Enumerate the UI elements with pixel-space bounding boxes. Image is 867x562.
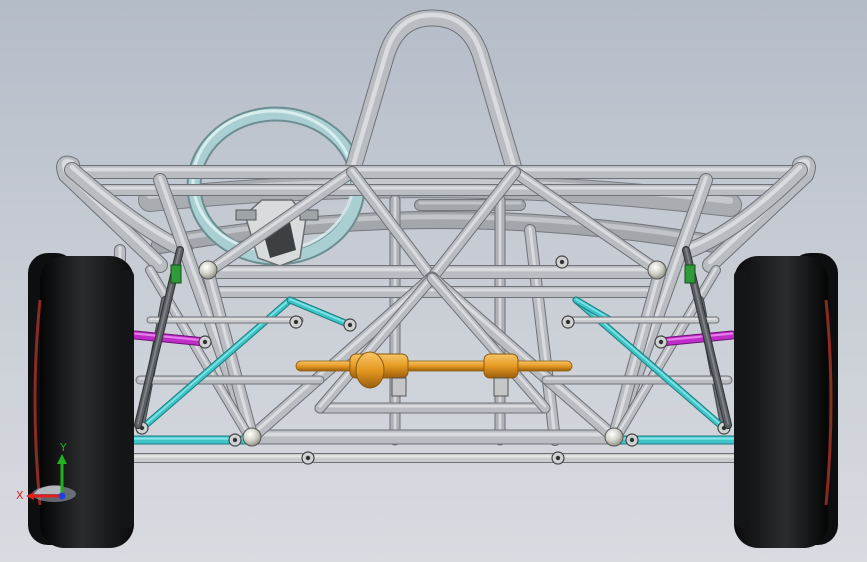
right-upper-arm[interactable] bbox=[656, 330, 737, 347]
shock-mount bbox=[170, 264, 182, 284]
tube-joint bbox=[242, 427, 262, 447]
left-upper-arm[interactable] bbox=[130, 330, 210, 347]
tube-joint bbox=[604, 427, 624, 447]
coordinate-triad[interactable]: X Y bbox=[14, 441, 78, 506]
y-axis-label: Y bbox=[59, 442, 67, 454]
frame-tube[interactable] bbox=[541, 375, 733, 385]
rod-end-bolt bbox=[305, 455, 311, 461]
cad-viewport[interactable]: X Y bbox=[0, 0, 867, 562]
main-roll-hoop[interactable] bbox=[343, 9, 524, 181]
x-axis-label: X bbox=[16, 489, 24, 502]
frame-tube[interactable] bbox=[146, 316, 304, 324]
tube-joint bbox=[647, 260, 667, 280]
rod-end-bolt bbox=[565, 319, 571, 325]
bottom-bar[interactable] bbox=[244, 429, 622, 445]
rod-end-bolt bbox=[555, 455, 561, 461]
rod-end-bolt bbox=[232, 437, 238, 443]
z-axis-icon bbox=[58, 492, 66, 500]
frame-tube[interactable] bbox=[202, 286, 666, 298]
right-wheel[interactable] bbox=[734, 253, 838, 548]
tube-joint bbox=[198, 260, 218, 280]
frame-tube[interactable] bbox=[135, 375, 325, 385]
rod-end-bolt bbox=[293, 319, 299, 325]
chassis-model[interactable] bbox=[0, 0, 867, 562]
rod-end-bolt bbox=[559, 259, 565, 265]
rod-end-bolt bbox=[347, 322, 353, 328]
top-rear-bar[interactable] bbox=[76, 184, 796, 196]
shock-mount bbox=[684, 264, 696, 284]
frame-tube[interactable] bbox=[314, 402, 551, 414]
rod-end-bolt bbox=[202, 339, 208, 345]
rod-end-bolt bbox=[658, 339, 664, 345]
rod-end-bolt bbox=[629, 437, 635, 443]
top-front-bar[interactable] bbox=[65, 165, 807, 179]
lower-rear-bar[interactable] bbox=[125, 453, 741, 463]
frame-tube[interactable] bbox=[562, 316, 720, 324]
